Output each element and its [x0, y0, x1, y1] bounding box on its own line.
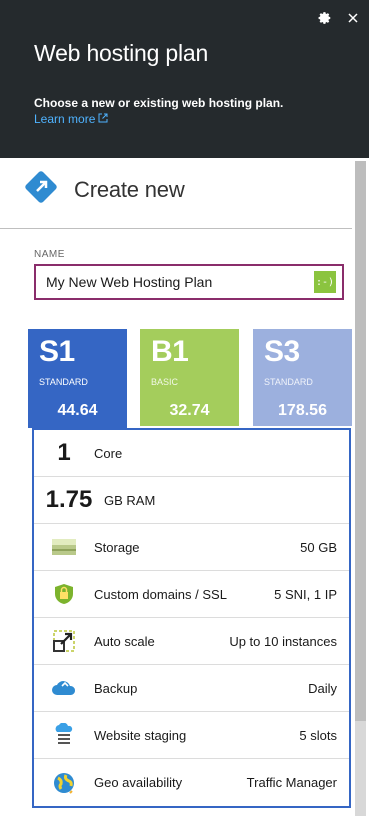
create-new-label[interactable]: Create new [74, 177, 185, 203]
feature-ram-amount: 1.75 [45, 486, 93, 513]
name-input[interactable] [36, 266, 314, 298]
feature-value: Up to 10 instances [229, 633, 337, 649]
feature-value: Daily [308, 680, 337, 696]
header-tools [317, 10, 361, 26]
feature-row-backup: Backup Daily [34, 665, 349, 712]
feature-name: Core [94, 445, 123, 461]
valid-check-icon: :-) [314, 271, 336, 293]
blade-header: Web hosting plan Choose a new or existin… [0, 0, 369, 158]
tier-name: STANDARD [264, 377, 313, 387]
ssl-lock-icon [34, 583, 94, 605]
tier-code: S3 [264, 335, 300, 368]
feature-row-ram: 1.75 GB RAM [34, 477, 349, 524]
external-link-icon [98, 112, 108, 126]
feature-name: Geo availability [94, 775, 183, 790]
tier-code: B1 [151, 335, 189, 368]
feature-row-core: 1 Core [34, 430, 349, 477]
feature-row-autoscale: Auto scale Up to 10 instances [34, 618, 349, 665]
feature-row-geo: Geo availability Traffic Manager [34, 759, 349, 806]
backup-cloud-icon [34, 678, 94, 698]
name-field-label: NAME [34, 249, 65, 260]
feature-value: 5 slots [299, 727, 337, 743]
create-new-option[interactable]: Create new [24, 170, 185, 209]
feature-core-count: 1 [57, 439, 71, 466]
feature-row-ssl: Custom domains / SSL 5 SNI, 1 IP [34, 571, 349, 618]
auto-scale-icon [34, 629, 94, 653]
web-hosting-plan-icon [24, 170, 58, 209]
gear-icon[interactable] [317, 10, 333, 26]
pricing-tier-b1[interactable]: B1 BASIC 32.74 [140, 329, 239, 426]
close-icon[interactable] [345, 10, 361, 26]
tier-price: 44.64 [57, 402, 98, 419]
tier-price: 178.56 [278, 402, 327, 419]
tier-name: BASIC [151, 377, 179, 387]
globe-icon [34, 771, 94, 795]
storage-icon [34, 538, 94, 556]
feature-name: Auto scale [94, 633, 155, 649]
tier-price: 32.74 [169, 402, 210, 419]
feature-name: GB RAM [104, 492, 156, 508]
feature-name: Website staging [94, 727, 187, 743]
learn-more-label[interactable]: Learn more [34, 112, 95, 126]
feature-name: Storage [94, 539, 140, 555]
feature-name: Custom domains / SSL [94, 586, 227, 602]
tier-code: S1 [39, 335, 75, 368]
tier-name: STANDARD [39, 377, 88, 387]
scrollbar-thumb[interactable] [355, 161, 366, 721]
feature-value: 5 SNI, 1 IP [274, 586, 337, 602]
name-field[interactable]: :-) [34, 264, 344, 300]
feature-name: Backup [94, 680, 138, 696]
pricing-tier-s3[interactable]: S3 STANDARD 178.56 [253, 329, 352, 426]
pricing-tier-s1[interactable]: S1 STANDARD 44.64 [28, 329, 127, 428]
section-divider [0, 228, 352, 229]
blade-title: Web hosting plan [34, 40, 209, 66]
staging-icon [34, 723, 94, 747]
feature-value: 50 GB [300, 539, 337, 555]
feature-row-storage: Storage 50 GB [34, 524, 349, 571]
feature-row-staging: Website staging 5 slots [34, 712, 349, 759]
blade-description: Choose a new or existing web hosting pla… [34, 96, 284, 110]
learn-more-link[interactable]: Learn more [34, 112, 108, 126]
feature-value: Traffic Manager [246, 775, 337, 790]
tier-features-panel: 1 Core 1.75 GB RAM Storage 50 GB Custom … [32, 428, 351, 808]
